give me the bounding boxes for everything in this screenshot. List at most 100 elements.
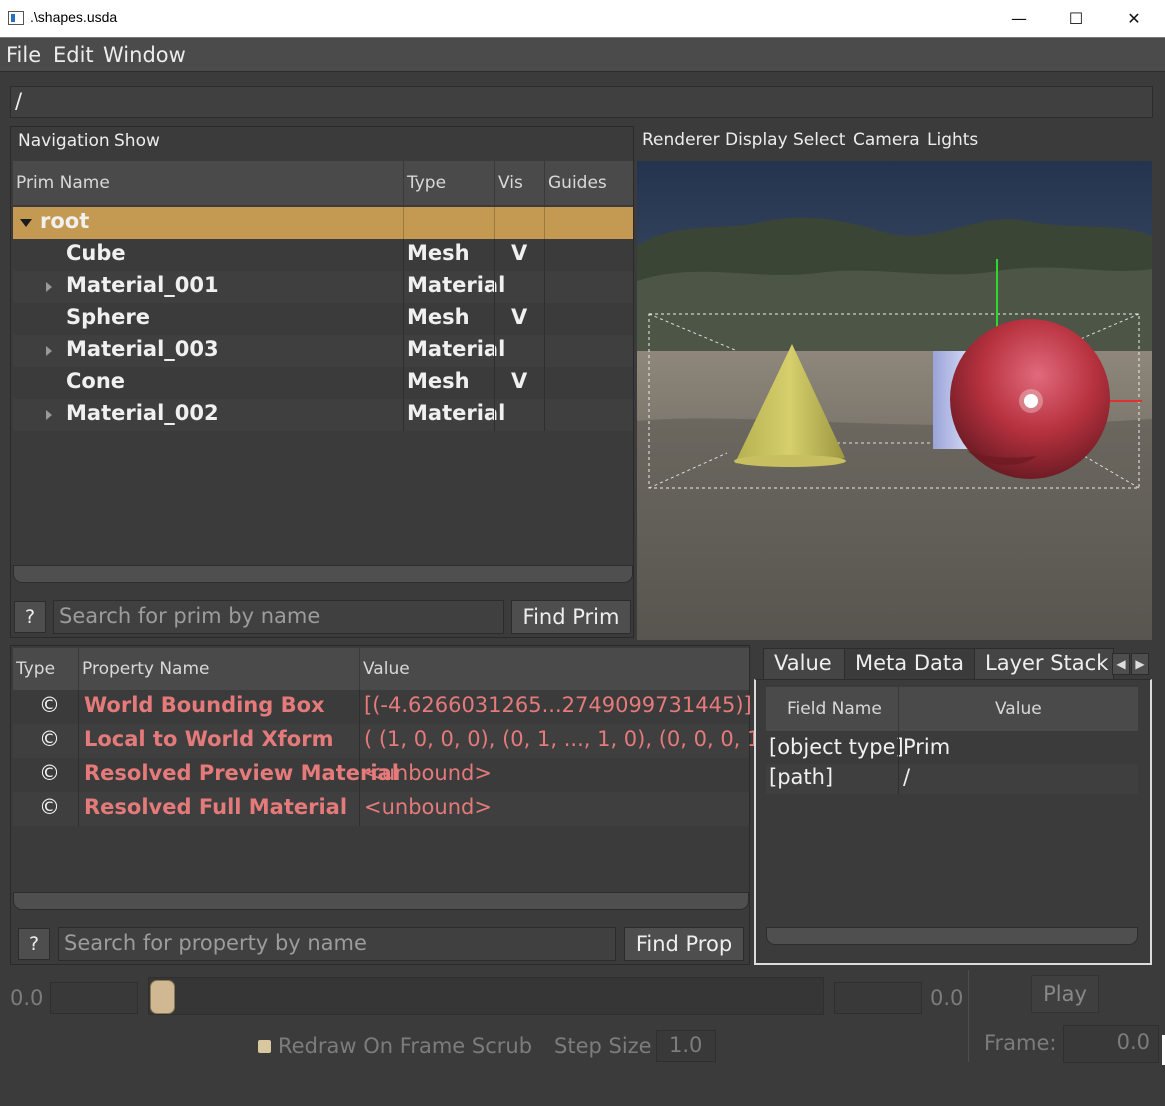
range-end-label: 0.0 (930, 986, 964, 1010)
tab-scroll-left-icon[interactable]: ◀ (1112, 653, 1130, 675)
column-divider (78, 690, 79, 724)
timeline-divider (968, 970, 969, 1062)
meta-data-row[interactable]: [path] / (766, 764, 1138, 794)
3d-viewport[interactable] (637, 161, 1152, 640)
column-divider (494, 207, 495, 239)
prim-path-field[interactable]: / (10, 86, 1153, 118)
property-row[interactable]: © Resolved Preview Material <unbound> (13, 758, 749, 792)
field-name: [object type] (769, 735, 904, 759)
field-value: Prim (903, 735, 951, 759)
tab-layer-stack[interactable]: Layer Stack (974, 648, 1114, 680)
column-divider (78, 792, 79, 826)
window-title: .\shapes.usda (30, 9, 118, 25)
column-divider (544, 303, 545, 335)
menu-navigation[interactable]: Navigation (18, 131, 110, 151)
menu-camera[interactable]: Camera (853, 130, 920, 150)
frame-input[interactable]: 0.0 (1063, 1025, 1159, 1063)
range-begin-input[interactable] (50, 982, 138, 1014)
find-prop-button[interactable]: Find Prop (624, 927, 744, 961)
column-value[interactable]: Value (363, 659, 410, 679)
property-row[interactable]: © World Bounding Box [(-4.6266031265...2… (13, 690, 752, 724)
viewport-scene (637, 161, 1152, 640)
maximize-button[interactable]: ☐ (1047, 0, 1105, 37)
prim-help-button[interactable]: ? (14, 601, 46, 633)
column-divider (898, 687, 899, 731)
close-button[interactable]: ✕ (1105, 0, 1163, 37)
expand-icon[interactable] (46, 282, 52, 292)
column-divider (544, 239, 545, 271)
expand-icon[interactable] (46, 346, 52, 356)
column-field-name[interactable]: Field Name (787, 699, 882, 719)
column-divider (494, 161, 495, 205)
prim-row-sphere[interactable]: Sphere Mesh V (13, 303, 633, 335)
menu-window[interactable]: Window (103, 43, 186, 67)
step-size-input[interactable]: 1.0 (656, 1030, 716, 1062)
menu-renderer[interactable]: Renderer (642, 130, 720, 150)
prim-row-material-002[interactable]: Material_002 Material (13, 399, 633, 431)
column-prim-name[interactable]: Prim Name (16, 173, 110, 193)
prim-row-material-003[interactable]: Material_003 Material (13, 335, 633, 367)
column-divider (494, 367, 495, 399)
collapse-icon[interactable] (20, 219, 32, 227)
prim-type: Mesh (407, 241, 470, 265)
prim-path-value: / (15, 89, 23, 113)
step-size-value: 1.0 (669, 1033, 703, 1057)
column-vis[interactable]: Vis (498, 173, 523, 193)
prim-name: Material_002 (66, 401, 219, 425)
property-browser: Type Property Name Value © World Boundin… (10, 645, 783, 965)
find-prim-button[interactable]: Find Prim (511, 600, 631, 634)
property-row[interactable]: © Local to World Xform ( (1, 0, 0, 0), (… (13, 724, 783, 758)
prim-row-cone[interactable]: Cone Mesh V (13, 367, 633, 399)
property-help-button[interactable]: ? (18, 928, 50, 960)
column-divider (403, 271, 404, 303)
column-divider (544, 367, 545, 399)
prim-visibility[interactable]: V (511, 241, 527, 265)
prim-visibility[interactable]: V (511, 305, 527, 329)
prim-row-root[interactable]: root (13, 207, 633, 239)
menu-edit[interactable]: Edit (53, 43, 94, 67)
menu-file[interactable]: File (6, 43, 41, 67)
frame-value: 0.0 (1116, 1030, 1150, 1054)
prim-name: Material_003 (66, 337, 219, 361)
frame-slider-handle[interactable] (150, 980, 175, 1014)
prim-row-cube[interactable]: Cube Mesh V (13, 239, 633, 271)
frame-label: Frame: (984, 1031, 1057, 1055)
column-type[interactable]: Type (16, 659, 55, 679)
field-value: / (903, 765, 911, 789)
prim-search-input[interactable]: Search for prim by name (53, 600, 504, 634)
property-horizontal-scrollbar[interactable] (13, 892, 749, 910)
column-property-name[interactable]: Property Name (82, 659, 210, 679)
expand-icon[interactable] (46, 410, 52, 420)
redraw-on-scrub-checkbox[interactable] (258, 1040, 271, 1053)
menu-select[interactable]: Select (793, 130, 845, 150)
tab-value[interactable]: Value (763, 648, 845, 680)
prim-visibility[interactable]: V (511, 369, 527, 393)
tab-meta-data[interactable]: Meta Data (844, 648, 975, 680)
column-divider (494, 399, 495, 431)
property-value: <unbound> (364, 795, 492, 819)
prim-horizontal-scrollbar[interactable] (13, 565, 633, 583)
minimize-button[interactable]: — (990, 0, 1048, 37)
column-divider (898, 734, 899, 764)
property-row[interactable]: © Resolved Full Material <unbound> (13, 792, 749, 826)
tab-scroll-right-icon[interactable]: ▶ (1131, 653, 1149, 675)
column-value[interactable]: Value (995, 699, 1042, 719)
menu-show[interactable]: Show (114, 131, 160, 151)
menu-lights[interactable]: Lights (927, 130, 978, 150)
prim-row-material-001[interactable]: Material_001 Material (13, 271, 633, 303)
range-end-input[interactable] (834, 982, 922, 1014)
property-value: <unbound> (364, 761, 492, 785)
play-button[interactable]: Play (1031, 975, 1099, 1013)
prim-name: Cone (66, 369, 126, 393)
meta-data-row[interactable]: [object type] Prim (766, 734, 1138, 764)
menu-display[interactable]: Display (725, 130, 788, 150)
frame-slider[interactable] (148, 977, 824, 1015)
column-type[interactable]: Type (407, 173, 446, 193)
meta-horizontal-scrollbar[interactable] (766, 927, 1138, 945)
prim-type: Material (407, 273, 506, 297)
property-search-input[interactable]: Search for property by name (58, 927, 616, 961)
column-guides[interactable]: Guides (548, 173, 607, 193)
property-value: ( (1, 0, 0, 0), (0, 1, ..., 1, 0), (0, 0… (364, 727, 784, 751)
prim-type: Mesh (407, 305, 470, 329)
column-divider (359, 792, 360, 826)
